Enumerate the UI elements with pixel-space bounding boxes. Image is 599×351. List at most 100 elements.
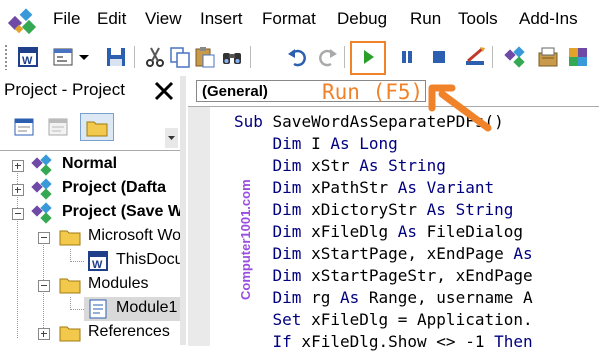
properties-icon[interactable] xyxy=(536,45,560,69)
expand-icon[interactable] xyxy=(12,184,24,196)
code-text: xDictoryStr xyxy=(301,200,427,219)
code-line[interactable]: Dim xFileDlg As FileDialog xyxy=(234,222,523,241)
code-keyword: If xyxy=(272,332,292,351)
menu-insert-label: Insert xyxy=(200,9,243,28)
tree-item-module1[interactable]: Module1 xyxy=(84,297,180,321)
menu-add-ins[interactable]: Add-Ins xyxy=(519,9,578,29)
code-line[interactable]: Set xFileDlg = Application. xyxy=(234,310,533,329)
dropdown-arrow-icon[interactable] xyxy=(76,45,92,69)
collapse-icon[interactable] xyxy=(38,280,50,292)
view-code-icon[interactable] xyxy=(12,115,36,139)
copy-icon[interactable] xyxy=(168,45,192,69)
collapse-icon[interactable] xyxy=(12,208,24,220)
menu-view-label: View xyxy=(145,9,182,28)
tree-item-label: Microsoft Wo xyxy=(88,227,182,244)
code-line[interactable]: Dim xStartPageStr, xEndPage xyxy=(234,266,533,285)
expand-icon[interactable] xyxy=(12,160,24,172)
tree-item-label: Module1 xyxy=(116,299,178,316)
object-combobox-value: (General) xyxy=(202,83,268,100)
tree-guide-line xyxy=(70,309,84,311)
code-margin-indicator-bar[interactable] xyxy=(188,107,210,346)
menu-edit[interactable]: Edit xyxy=(97,9,126,29)
cut-icon[interactable] xyxy=(143,45,167,69)
code-keyword: Dim xyxy=(272,200,302,219)
save-icon[interactable] xyxy=(104,45,128,69)
code-line[interactable]: Dim xStr As String xyxy=(234,156,446,175)
tree-item-project-save[interactable]: Project (Save W xyxy=(0,201,183,225)
toolbar-separator xyxy=(344,46,345,68)
code-line[interactable]: If xFileDlg.Show <> -1 Then xyxy=(234,332,533,351)
code-text: xStartPageStr, xEndPage xyxy=(301,266,533,285)
close-icon[interactable] xyxy=(152,79,176,103)
paste-icon[interactable] xyxy=(193,45,217,69)
code-keyword: Variant xyxy=(426,178,495,197)
tree-item-label: Project (Save W xyxy=(62,203,183,220)
redo-icon[interactable] xyxy=(316,45,340,69)
vba-project-icon xyxy=(30,177,54,201)
code-keyword: As xyxy=(397,222,418,241)
view-object-icon[interactable] xyxy=(46,115,70,139)
menu-file[interactable]: File xyxy=(53,9,80,29)
tree-item-project-dafta[interactable]: Project (Dafta xyxy=(0,177,180,201)
watermark: Computer1001.com xyxy=(236,150,260,300)
code-line[interactable]: Dim rg As Range, username A xyxy=(234,288,533,307)
design-mode-icon[interactable] xyxy=(463,45,487,69)
menu-view[interactable]: View xyxy=(145,9,182,29)
code-text: xFileDlg xyxy=(301,222,398,241)
tree-item-thisdocument[interactable]: W ThisDocu xyxy=(0,249,184,273)
menu-debug-label: Debug xyxy=(337,9,388,28)
code-keyword: As xyxy=(513,244,533,263)
tree-item-microsoft-word-objects[interactable]: Microsoft Wo xyxy=(0,225,182,249)
word-document-icon: W xyxy=(86,249,110,273)
collapse-icon[interactable] xyxy=(38,232,50,244)
code-text: xStartPage, xEndPage xyxy=(301,244,514,263)
module-icon xyxy=(86,297,110,321)
standard-toolbar: W xyxy=(0,40,599,74)
svg-text:W: W xyxy=(22,55,33,67)
menu-debug[interactable]: Debug xyxy=(337,9,387,29)
undo-icon[interactable] xyxy=(285,45,309,69)
code-keyword: String xyxy=(455,200,514,219)
menu-tools[interactable]: Tools xyxy=(458,9,498,29)
tree-item-normal[interactable]: Normal xyxy=(0,153,180,177)
code-keyword: As xyxy=(426,200,446,219)
code-keyword: Dim xyxy=(272,222,302,241)
code-text: rg xyxy=(301,288,340,307)
tree-item-modules[interactable]: Modules xyxy=(0,273,180,297)
reset-icon[interactable] xyxy=(427,45,451,69)
folder-icon xyxy=(58,225,82,249)
code-text: I xyxy=(301,134,331,153)
userform-icon[interactable] xyxy=(51,45,75,69)
toolbar-grip[interactable] xyxy=(4,44,8,70)
code-keyword: String xyxy=(388,156,446,175)
code-line[interactable]: Dim xPathStr As Variant xyxy=(234,178,495,197)
object-browser-icon[interactable] xyxy=(566,45,590,69)
project-panel-scrollbar[interactable] xyxy=(165,128,178,148)
code-line[interactable]: Dim xDictoryStr As String xyxy=(234,200,514,219)
project-panel-toolbar xyxy=(0,108,178,148)
break-icon[interactable] xyxy=(395,45,419,69)
menu-insert[interactable]: Insert xyxy=(200,9,243,29)
panel-splitter[interactable] xyxy=(180,76,186,345)
code-text: xPathStr xyxy=(301,178,398,197)
tree-item-references[interactable]: References xyxy=(0,321,180,345)
tree-item-label: ThisDocu xyxy=(116,251,184,268)
toggle-folders-icon[interactable] xyxy=(80,113,114,141)
code-text: xFileDlg = Application. xyxy=(301,310,533,329)
word-icon[interactable]: W xyxy=(16,45,40,69)
code-keyword: Dim xyxy=(272,266,302,285)
project-explorer-icon[interactable] xyxy=(503,45,527,69)
code-keyword: Dim xyxy=(272,244,302,263)
code-keyword: Dim xyxy=(272,134,302,153)
menu-format[interactable]: Format xyxy=(262,9,316,29)
toolbar-separator xyxy=(250,46,251,68)
expand-icon[interactable] xyxy=(38,328,50,340)
menu-run[interactable]: Run xyxy=(410,9,441,29)
vba-app-icon[interactable] xyxy=(6,6,42,36)
find-icon[interactable] xyxy=(220,45,244,69)
code-line[interactable]: Dim xStartPage, xEndPage As xyxy=(234,244,533,263)
